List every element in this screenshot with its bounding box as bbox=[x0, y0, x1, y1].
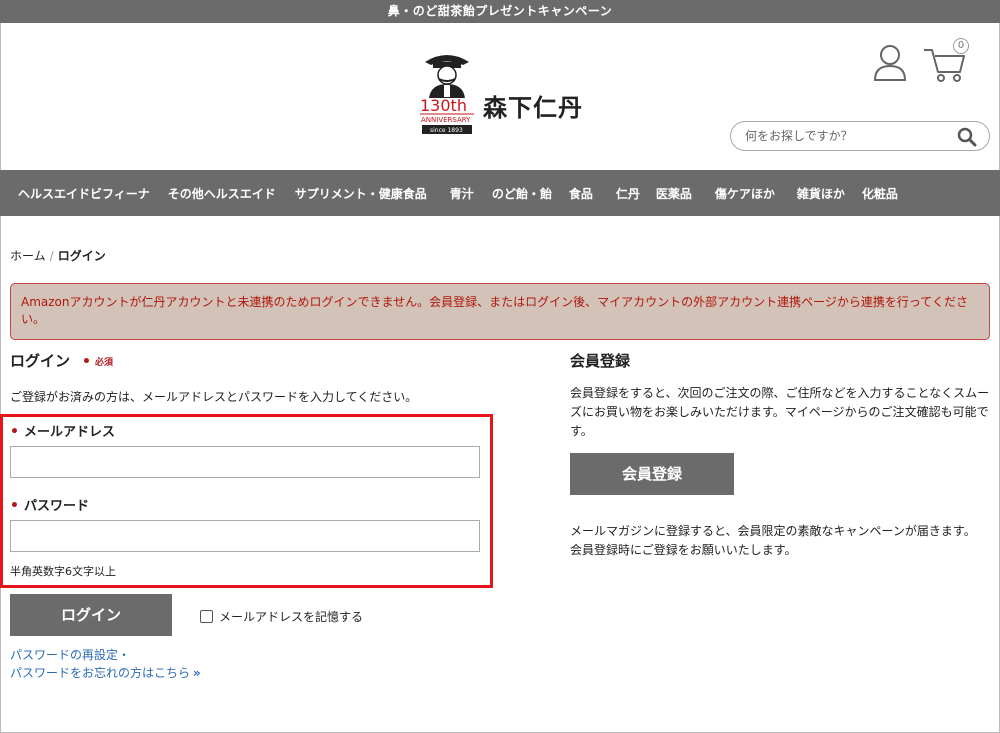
nav-item-candy[interactable]: のど飴・飴 bbox=[492, 185, 552, 202]
required-indicator: • 必須 bbox=[82, 353, 113, 370]
brand-name: 森下仁丹 bbox=[483, 94, 583, 122]
nav-item-medicine[interactable]: 医薬品 bbox=[656, 185, 692, 202]
email-label-text: メールアドレス bbox=[23, 425, 115, 440]
breadcrumb: ホーム / ログイン bbox=[10, 247, 106, 264]
campaign-banner-text[interactable]: 鼻・のど甜茶飴プレゼントキャンペーン bbox=[388, 4, 612, 18]
campaign-banner[interactable]: 鼻・のど甜茶飴プレゼントキャンペーン bbox=[0, 0, 1000, 23]
forgot-password-link[interactable]: パスワードをお忘れの方はこちら» bbox=[10, 664, 201, 681]
checkbox-icon[interactable] bbox=[200, 610, 213, 623]
required-label: 必須 bbox=[94, 358, 113, 368]
remember-email-checkbox[interactable]: メールアドレスを記憶する bbox=[200, 608, 363, 625]
forgot-password-link-text[interactable]: パスワードをお忘れの方はこちら bbox=[10, 666, 190, 680]
required-dot-icon: • bbox=[82, 354, 91, 370]
login-button[interactable]: ログイン bbox=[10, 594, 172, 636]
nav-item-cosmetics[interactable]: 化粧品 bbox=[862, 185, 898, 202]
svg-text:since 1893: since 1893 bbox=[430, 127, 463, 134]
breadcrumb-home[interactable]: ホーム bbox=[10, 249, 46, 263]
nav-item-jintan[interactable]: 仁丹 bbox=[616, 185, 640, 202]
nav-item-healthaid-bifina[interactable]: ヘルスエイドビフィーナ bbox=[18, 185, 150, 202]
register-description: 会員登録をすると、次回のご注文の際、ご住所などを入力することなくスムーズにお買い… bbox=[570, 386, 990, 438]
search-bar bbox=[730, 121, 990, 151]
password-reset-link[interactable]: パスワードの再設定・ bbox=[10, 646, 130, 663]
required-dot-icon: • bbox=[10, 498, 19, 514]
cart-count-badge: 0 bbox=[953, 38, 969, 54]
anniversary-number: 130th bbox=[420, 96, 467, 115]
search-icon[interactable] bbox=[957, 127, 977, 147]
newsletter-note-1: メールマガジンに登録すると、会員限定の素敵なキャンペーンが届きます。 bbox=[570, 524, 976, 538]
site-logo[interactable]: 130th ANNIVERSARY since 1893 森下仁丹 bbox=[419, 48, 589, 136]
email-field[interactable] bbox=[10, 446, 480, 478]
founder-figure-icon: 130th ANNIVERSARY since 1893 bbox=[420, 55, 474, 134]
password-hint: 半角英数字6文字以上 bbox=[10, 565, 116, 578]
nav-item-supplements[interactable]: サプリメント・健康食品 bbox=[295, 185, 427, 202]
email-label: • メールアドレス bbox=[10, 421, 115, 440]
nav-item-food[interactable]: 食品 bbox=[569, 185, 593, 202]
password-label: • パスワード bbox=[10, 495, 89, 514]
login-intro: ご登録がお済みの方は、メールアドレスとパスワードを入力してください。 bbox=[10, 390, 418, 404]
nav-item-other-healthaid[interactable]: その他ヘルスエイド bbox=[168, 185, 276, 202]
password-field[interactable] bbox=[10, 520, 480, 552]
nav-item-goods[interactable]: 雑貨ほか bbox=[797, 185, 845, 202]
error-alert: Amazonアカウントが仁丹アカウントと未連携のためログインできません。会員登録… bbox=[10, 283, 990, 340]
required-dot-icon: • bbox=[10, 424, 19, 440]
nav-item-aojiru[interactable]: 青汁 bbox=[450, 185, 474, 202]
search-input[interactable] bbox=[745, 126, 945, 146]
nav-item-wound-care[interactable]: 傷ケアほか bbox=[715, 185, 775, 202]
double-chevron-right-icon: » bbox=[193, 666, 201, 680]
remember-email-label[interactable]: メールアドレスを記憶する bbox=[219, 608, 363, 625]
newsletter-note-2: 会員登録時にご登録をお願いいたします。 bbox=[570, 543, 797, 557]
register-button[interactable]: 会員登録 bbox=[570, 453, 734, 495]
breadcrumb-separator: / bbox=[49, 249, 54, 263]
login-title: ログイン bbox=[10, 352, 71, 370]
breadcrumb-current: ログイン bbox=[57, 249, 106, 263]
error-alert-message: Amazonアカウントが仁丹アカウントと未連携のためログインできません。会員登録… bbox=[21, 295, 968, 326]
category-nav: ヘルスエイドビフィーナ その他ヘルスエイド サプリメント・健康食品 青汁 のど飴… bbox=[0, 170, 1000, 216]
register-title: 会員登録 bbox=[570, 352, 631, 370]
svg-text:ANNIVERSARY: ANNIVERSARY bbox=[421, 116, 471, 124]
password-label-text: パスワード bbox=[23, 499, 89, 514]
user-icon[interactable] bbox=[873, 44, 907, 82]
